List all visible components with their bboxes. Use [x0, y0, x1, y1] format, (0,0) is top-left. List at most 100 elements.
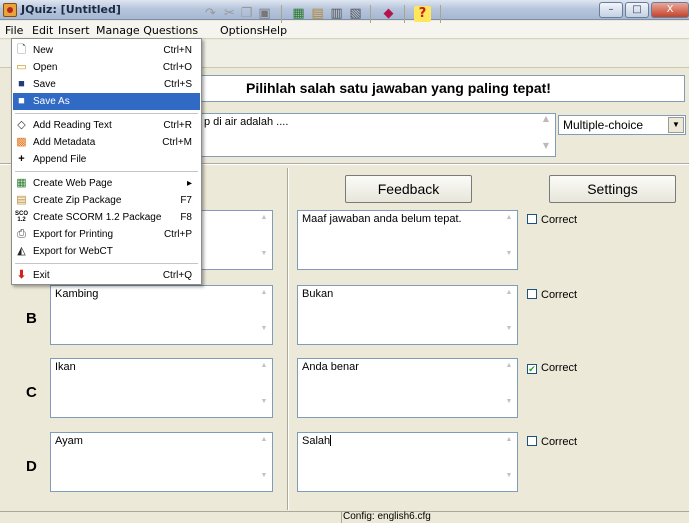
- window-title: JQuiz: [Untitled]: [21, 3, 121, 16]
- answer-b-letter: B: [26, 310, 37, 327]
- feedback-d-text: Salah: [302, 435, 331, 447]
- file-menu-dropdown: 🗋 New Ctrl+N ▭ Open Ctrl+O ■ Save Ctrl+S…: [11, 38, 202, 285]
- save-disk-icon: ■: [18, 78, 25, 90]
- add-metadata-icon[interactable]: ▥: [328, 6, 345, 22]
- feedback-c-text: Anda benar: [302, 361, 359, 373]
- menu-item-save-as[interactable]: ■ Save As: [13, 93, 200, 110]
- menu-item-open[interactable]: ▭ Open Ctrl+O: [13, 59, 200, 76]
- feedback-b-field[interactable]: Bukan ▲ ▼: [297, 285, 518, 345]
- correct-b-label: Correct: [541, 289, 578, 301]
- feedback-d-field[interactable]: Salah ▲ ▼: [297, 432, 518, 492]
- metadata-icon: ▩: [16, 136, 27, 148]
- config-icon[interactable]: ◆: [380, 6, 397, 22]
- toolbar-separator: [440, 5, 441, 23]
- close-button[interactable]: X: [651, 2, 689, 18]
- toolbar-separator: [370, 5, 371, 23]
- answer-c-letter: C: [26, 384, 37, 401]
- answer-c-text: Ikan: [55, 361, 76, 373]
- menu-item-save[interactable]: ■ Save Ctrl+S: [13, 76, 200, 93]
- answer-b-field[interactable]: Kambing ▲ ▼: [50, 285, 273, 345]
- scrollbar[interactable]: ▲ ▼: [502, 360, 516, 416]
- answer-d-text: Ayam: [55, 435, 83, 447]
- paste-icon[interactable]: ▣: [256, 6, 273, 22]
- chevron-down-icon[interactable]: ▼: [668, 117, 684, 133]
- feedback-a-field[interactable]: Maaf jawaban anda belum tepat. ▲ ▼: [297, 210, 518, 270]
- menu-item-export-for-webct[interactable]: ◭ Export for WebCT: [13, 243, 200, 260]
- reading-text-icon: ◇: [17, 119, 26, 131]
- webct-icon: ◭: [17, 245, 26, 257]
- scrollbar[interactable]: ▲ ▼: [257, 434, 271, 490]
- question-type-select[interactable]: Multiple-choice ▼: [558, 115, 686, 135]
- menu-separator: [15, 171, 198, 172]
- menu-options[interactable]: Options: [220, 24, 262, 37]
- menu-item-new[interactable]: 🗋 New Ctrl+N: [13, 42, 200, 59]
- instruction-field[interactable]: Pilihlah salah satu jawaban yang paling …: [200, 75, 685, 102]
- save-as-icon: ■: [18, 95, 25, 107]
- scrollbar[interactable]: ▲ ▼: [257, 212, 271, 268]
- printer-icon: ⎙: [17, 228, 26, 240]
- cut-icon[interactable]: ✂: [221, 6, 238, 22]
- feedback-a-text: Maaf jawaban anda belum tepat.: [302, 213, 462, 225]
- exit-icon: ⬇: [16, 269, 27, 281]
- menu-edit[interactable]: Edit: [32, 24, 53, 37]
- feedback-b-text: Bukan: [302, 288, 334, 300]
- menu-help[interactable]: Help: [262, 24, 287, 37]
- scrollbar[interactable]: ▲ ▼: [257, 287, 271, 343]
- toolbar-separator: [281, 5, 282, 23]
- answer-b-text: Kambing: [55, 288, 99, 300]
- reading-text-icon[interactable]: ▧: [347, 6, 364, 22]
- correct-b-checkbox[interactable]: Correct: [527, 289, 577, 301]
- settings-header-button[interactable]: Settings: [549, 175, 676, 203]
- copy-icon[interactable]: ❐: [238, 6, 255, 22]
- config-status: Config: english6.cfg: [343, 511, 431, 522]
- web-page-icon: ▦: [16, 177, 27, 189]
- correct-c-checkbox[interactable]: ✔ Correct: [527, 362, 577, 374]
- append-plus-icon: +: [18, 153, 25, 165]
- feedback-c-field[interactable]: Anda benar ▲ ▼: [297, 358, 518, 418]
- checkbox-icon[interactable]: [527, 289, 537, 299]
- answer-c-field[interactable]: Ikan ▲ ▼: [50, 358, 273, 418]
- menu-item-add-reading-text[interactable]: ◇ Add Reading Text Ctrl+R: [13, 117, 200, 134]
- question-text-field[interactable]: p di air adalah ....: [200, 113, 556, 157]
- menu-separator: [15, 263, 198, 264]
- menu-item-create-scorm-package[interactable]: SCO 1.2 Create SCORM 1.2 Package F8: [13, 209, 200, 226]
- scrollbar[interactable]: ▲ ▼: [502, 212, 516, 268]
- jquiz-app-icon[interactable]: [3, 3, 17, 17]
- checkbox-icon[interactable]: [527, 436, 537, 446]
- menu-item-create-zip-package[interactable]: ▤ Create Zip Package F7: [13, 192, 200, 209]
- correct-d-label: Correct: [541, 436, 578, 448]
- feedback-header-button[interactable]: Feedback: [345, 175, 472, 203]
- answer-d-field[interactable]: Ayam ▲ ▼: [50, 432, 273, 492]
- checkbox-icon[interactable]: [527, 214, 537, 224]
- menu-manage-questions[interactable]: Manage Questions: [96, 24, 198, 37]
- menu-item-create-web-page[interactable]: ▦ Create Web Page ▸: [13, 175, 200, 192]
- toolbar-separator: [404, 5, 405, 23]
- help-icon[interactable]: ?: [414, 6, 431, 22]
- open-folder-icon: ▭: [16, 61, 27, 73]
- minimize-button[interactable]: –: [599, 2, 623, 18]
- question-scrollbar[interactable]: ▲ ▼: [538, 114, 554, 156]
- menu-file[interactable]: File: [5, 24, 23, 37]
- check-mark-icon[interactable]: ✔: [527, 364, 537, 374]
- answer-d-letter: D: [26, 458, 37, 475]
- correct-a-checkbox[interactable]: Correct: [527, 214, 577, 226]
- zip-package-icon[interactable]: ▤: [309, 6, 326, 22]
- scrollbar[interactable]: ▲ ▼: [502, 287, 516, 343]
- correct-c-label: Correct: [541, 362, 578, 374]
- correct-a-label: Correct: [541, 214, 578, 226]
- menu-item-add-metadata[interactable]: ▩ Add Metadata Ctrl+M: [13, 134, 200, 151]
- maximize-button[interactable]: □: [625, 2, 649, 18]
- new-document-icon: 🗋: [17, 44, 26, 56]
- correct-d-checkbox[interactable]: Correct: [527, 436, 577, 448]
- redo-icon[interactable]: ↷: [202, 6, 219, 22]
- zip-package-icon: ▤: [16, 194, 27, 206]
- scrollbar[interactable]: ▲ ▼: [257, 360, 271, 416]
- menu-insert[interactable]: Insert: [58, 24, 90, 37]
- menu-item-append-file[interactable]: + Append File: [13, 151, 200, 168]
- menu-item-export-for-printing[interactable]: ⎙ Export for Printing Ctrl+P: [13, 226, 200, 243]
- menu-item-exit[interactable]: ⬇ Exit Ctrl+Q: [13, 267, 200, 284]
- web-page-icon[interactable]: ▦: [290, 6, 307, 22]
- scrollbar[interactable]: ▲ ▼: [502, 434, 516, 490]
- question-type-value: Multiple-choice: [563, 118, 644, 132]
- menu-separator: [15, 113, 198, 114]
